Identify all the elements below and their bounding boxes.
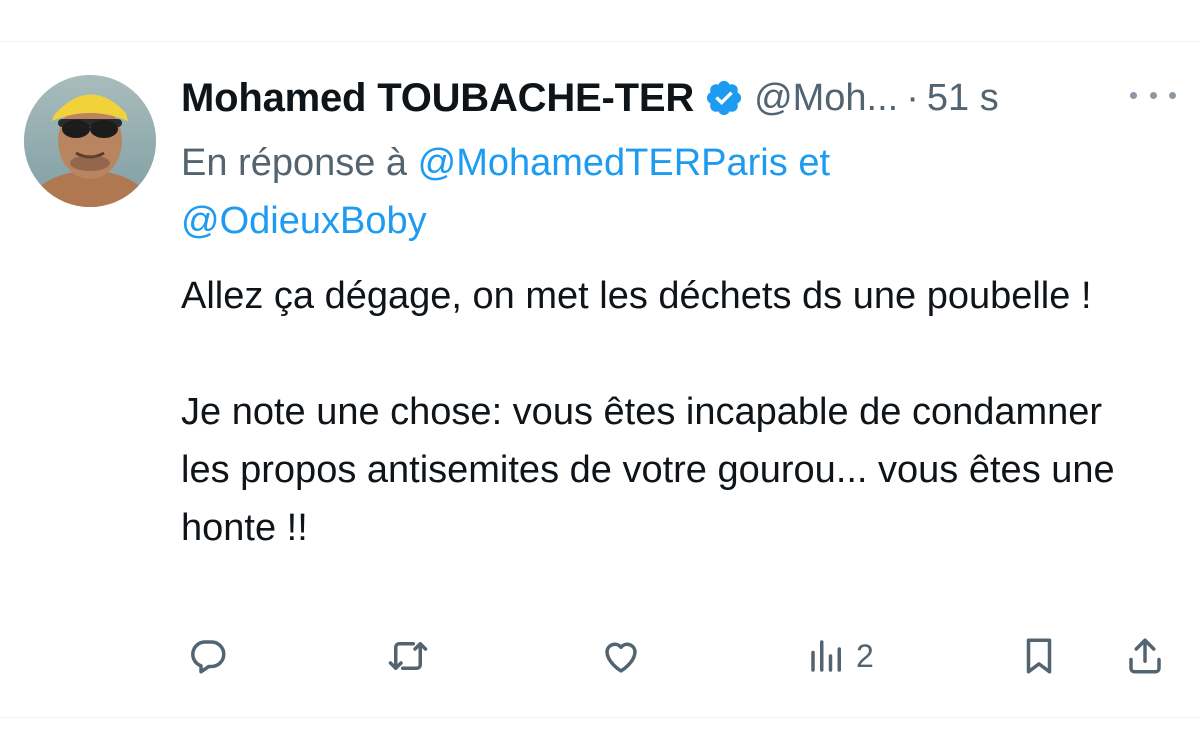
avatar[interactable] <box>24 75 156 207</box>
more-options-icon[interactable] <box>1130 82 1176 108</box>
tweet-card: Mohamed TOUBACHE-TER @Moh... · 51 s En r… <box>0 0 1200 749</box>
reply-context: En réponse à @MohamedTERParis et @Odieux… <box>181 134 1141 250</box>
reply-mention-link[interactable]: @OdieuxBoby <box>181 200 427 242</box>
timestamp[interactable]: 51 s <box>927 77 999 120</box>
retweet-icon <box>388 642 428 670</box>
views-button[interactable]: 2 <box>806 630 874 682</box>
tweet-text: Allez ça dégage, on met les déchets ds u… <box>181 267 1141 557</box>
avatar-image <box>24 75 156 207</box>
share-icon <box>1129 638 1161 674</box>
bookmark-button[interactable] <box>1018 630 1060 682</box>
author-handle[interactable]: @Moh... <box>754 77 898 120</box>
verified-badge-icon <box>706 80 742 116</box>
like-button[interactable] <box>600 630 642 682</box>
reply-prefix: En réponse à <box>181 142 408 184</box>
share-button[interactable] <box>1124 630 1166 682</box>
tweet-header: Mohamed TOUBACHE-TER @Moh... · 51 s <box>181 70 999 126</box>
reply-icon <box>191 640 226 674</box>
retweet-button[interactable] <box>387 630 429 682</box>
reply-button[interactable] <box>187 630 229 682</box>
tweet-paragraph: Je note une chose: vous êtes incapable d… <box>181 391 1115 549</box>
bottom-divider <box>0 717 1200 718</box>
separator-dot: · <box>906 76 919 119</box>
more-dot <box>1130 91 1137 99</box>
author-name[interactable]: Mohamed TOUBACHE-TER <box>181 76 694 121</box>
views-icon <box>811 640 841 672</box>
action-bar: 2 <box>181 630 1181 682</box>
bookmark-icon <box>1026 638 1052 674</box>
more-dot <box>1169 91 1176 99</box>
reply-joiner: et <box>798 142 831 184</box>
tweet-paragraph: Allez ça dégage, on met les déchets ds u… <box>181 275 1092 317</box>
views-count: 2 <box>856 637 874 674</box>
top-divider <box>0 41 1200 42</box>
more-dot <box>1149 91 1157 99</box>
reply-mention-link[interactable]: @MohamedTERParis <box>418 142 788 184</box>
like-icon <box>605 642 637 673</box>
